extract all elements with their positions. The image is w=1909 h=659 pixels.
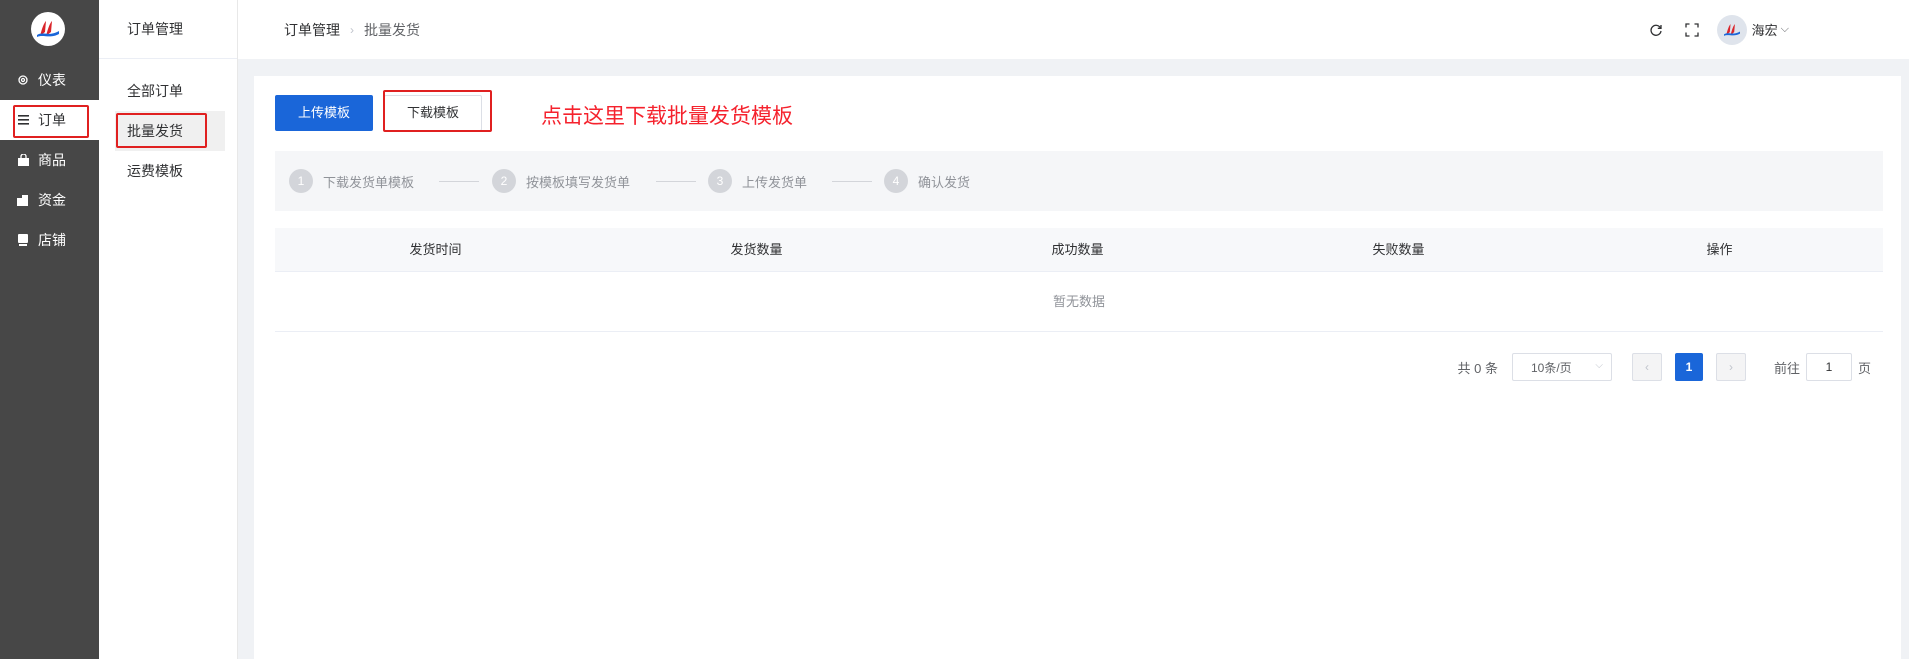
page-number-current[interactable]: 1 [1674, 353, 1703, 381]
page-size-value: 10条/页 [1530, 360, 1572, 375]
goto-page-input[interactable]: 1 [1805, 353, 1852, 381]
bag-icon [16, 153, 30, 167]
chevron-down-icon: ⌵ [1595, 360, 1603, 371]
page-size-select[interactable]: 10条/页 ⌵ [1511, 353, 1612, 381]
logo-mark-icon [37, 21, 59, 37]
next-page-button[interactable]: › [1715, 353, 1746, 381]
column-header: 失败数量 [1372, 242, 1425, 257]
avatar-logo-icon [1723, 23, 1740, 36]
step-connector [656, 181, 696, 182]
subnav-item-shipping-template[interactable]: 运费模板 [115, 151, 225, 191]
upload-template-button[interactable]: 上传模板 [275, 95, 373, 131]
avatar[interactable] [1716, 14, 1747, 45]
step-label: 上传发货单 [742, 174, 808, 190]
chevron-down-icon[interactable]: ⌵ [1781, 23, 1789, 36]
fullscreen-icon[interactable] [1683, 21, 1701, 39]
sidebar-item-funds[interactable]: 资金 [0, 180, 99, 220]
page-unit-label: 页 [1857, 360, 1871, 376]
table-header: 发货时间 发货数量 成功数量 失败数量 操作 [275, 228, 1883, 272]
pagination: 共 0 条 10条/页 ⌵ ‹ 1 › 前往 1 页 [1457, 353, 1871, 381]
step-number: 4 [884, 169, 908, 193]
breadcrumb: 订单管理 › 批量发货 [284, 0, 420, 59]
empty-state: 暂无数据 [275, 272, 1883, 332]
sidebar-item-store[interactable]: 店铺 [0, 220, 99, 260]
user-name[interactable]: 海宏 [1752, 20, 1778, 39]
subnav-item-all-orders[interactable]: 全部订单 [115, 71, 225, 111]
step-label: 确认发货 [918, 174, 971, 190]
step-label: 下载发货单模板 [323, 174, 415, 190]
sidebar-item-products[interactable]: 商品 [0, 140, 99, 180]
step-label: 按模板填写发货单 [526, 174, 631, 190]
step-4: 4 确认发货 [884, 151, 970, 211]
column-header: 发货数量 [730, 242, 783, 257]
callout-text: 点击这里下载批量发货模板 [541, 105, 793, 128]
sidebar-item-label: 仪表 [38, 72, 66, 88]
step-1: 1 下载发货单模板 [289, 151, 414, 211]
step-connector [439, 181, 479, 182]
breadcrumb-item[interactable]: 订单管理 [284, 20, 340, 40]
highlight-box-orders [13, 105, 89, 138]
store-icon [16, 233, 30, 247]
highlight-box-download [383, 90, 492, 132]
breadcrumb-separator-icon: › [350, 22, 354, 37]
header-actions: 海宏 ⌵ [1629, 0, 1789, 59]
brand-logo[interactable] [31, 12, 65, 46]
step-number: 3 [708, 169, 732, 193]
main-sidebar: 仪表 订单 商品 资金 店铺 [0, 0, 99, 659]
subnav-title: 订单管理 [99, 0, 237, 59]
sidebar-item-label: 资金 [38, 192, 66, 208]
top-header: 订单管理 › 批量发货 海宏 ⌵ [238, 0, 1909, 59]
step-number: 1 [289, 169, 313, 193]
prev-page-button[interactable]: ‹ [1631, 353, 1662, 381]
sub-sidebar: 订单管理 全部订单 批量发货 运费模板 [99, 0, 238, 659]
column-header: 发货时间 [409, 242, 462, 257]
sidebar-item-dashboard[interactable]: 仪表 [0, 60, 99, 100]
column-header: 成功数量 [1051, 242, 1104, 257]
chevron-left-icon: ‹ [1644, 360, 1649, 374]
shipments-table: 发货时间 发货数量 成功数量 失败数量 操作 暂无数据 [275, 228, 1883, 332]
breadcrumb-current: 批量发货 [364, 21, 420, 38]
gear-icon [16, 73, 30, 87]
content-card: 上传模板 下载模板 点击这里下载批量发货模板 1 下载发货单模板 2 按模板填写… [254, 76, 1901, 659]
wallet-icon [16, 193, 30, 207]
goto-label: 前往 [1773, 360, 1800, 376]
total-count: 共 0 条 [1457, 360, 1498, 376]
step-2: 2 按模板填写发货单 [492, 151, 630, 211]
sidebar-item-label: 店铺 [38, 232, 66, 248]
highlight-box-batch-ship [116, 113, 207, 148]
step-3: 3 上传发货单 [708, 151, 807, 211]
steps-bar: 1 下载发货单模板 2 按模板填写发货单 3 上传发货单 4 确认发货 [275, 151, 1883, 211]
column-header: 操作 [1706, 242, 1733, 257]
refresh-icon[interactable] [1647, 21, 1665, 39]
step-number: 2 [492, 169, 516, 193]
chevron-right-icon: › [1728, 360, 1733, 374]
sidebar-item-label: 商品 [38, 152, 66, 168]
step-connector [832, 181, 872, 182]
